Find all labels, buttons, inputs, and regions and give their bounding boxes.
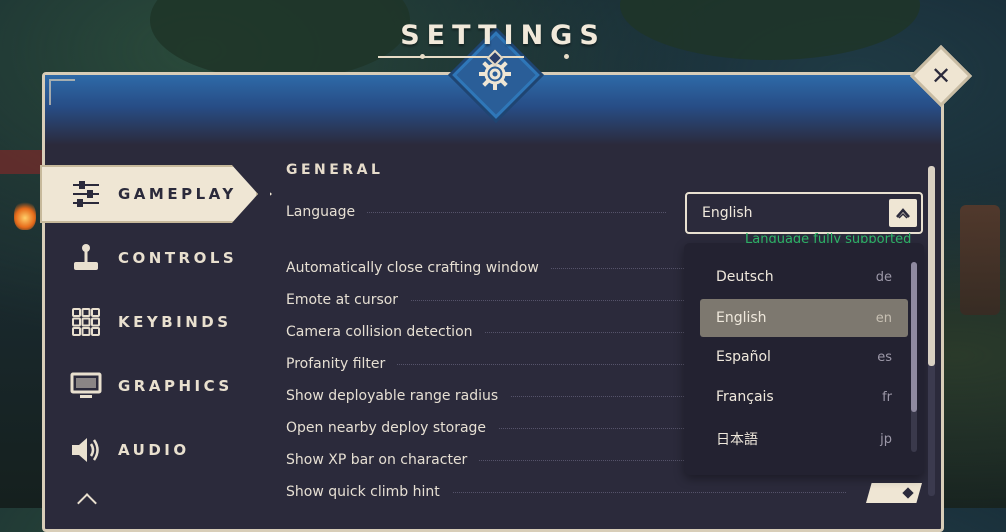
joystick-icon: [70, 242, 102, 274]
setting-label: Profanity filter: [286, 356, 398, 372]
setting-label: Open nearby deploy storage: [286, 420, 499, 436]
speaker-icon: [70, 434, 102, 466]
option-name: Deutsch: [716, 269, 774, 285]
option-code: en: [875, 310, 892, 326]
dropdown-option-espanol[interactable]: Español es: [700, 338, 908, 376]
sidebar-item-gameplay[interactable]: GAMEPLAY: [70, 174, 237, 214]
setting-label: Show quick climb hint: [286, 484, 452, 500]
language-select[interactable]: English: [685, 192, 923, 234]
corner-ornament: [49, 79, 75, 105]
setting-label: Language: [286, 204, 368, 220]
setting-row-language: Language: [286, 201, 666, 223]
option-code: fr: [882, 389, 892, 405]
sidebar-item-graphics[interactable]: GRAPHICS: [70, 366, 233, 406]
setting-row: Open nearby deploy storage: [286, 417, 686, 439]
option-code: jp: [880, 431, 892, 447]
background-banner: [0, 150, 46, 174]
keypad-icon: [70, 306, 102, 338]
dropdown-option-francais[interactable]: Français fr: [700, 378, 908, 416]
option-name: Español: [716, 349, 771, 365]
sidebar-item-label: KEYBINDS: [118, 313, 232, 331]
option-code: de: [875, 269, 892, 285]
page-title: SETTINGS: [400, 20, 606, 51]
option-name: 日本語: [716, 432, 758, 448]
option-name: Français: [716, 389, 774, 405]
title-underline-dot: [420, 54, 425, 59]
sidebar-item-keybinds[interactable]: KEYBINDS: [70, 302, 232, 342]
section-title: GENERAL: [286, 162, 384, 178]
sidebar-item-label: GAMEPLAY: [118, 185, 237, 203]
setting-label: Automatically close crafting window: [286, 260, 551, 276]
sidebar-item-audio[interactable]: AUDIO: [70, 430, 190, 470]
dropdown-scrollbar-thumb[interactable]: [911, 262, 917, 412]
sidebar-item-controls[interactable]: CONTROLS: [70, 238, 237, 278]
sidebar-item-label: CONTROLS: [118, 249, 238, 267]
setting-label: Show deployable range radius: [286, 388, 511, 404]
dropdown-option-japanese[interactable]: 日本語 jp: [700, 420, 908, 458]
content-scrollbar-thumb[interactable]: [928, 166, 935, 366]
close-icon[interactable]: ✕: [919, 54, 963, 98]
sliders-icon: [70, 178, 102, 210]
setting-row: Show quick climb hint: [286, 481, 846, 503]
dropdown-option-deutsch[interactable]: Deutsch de: [700, 258, 908, 296]
option-name: English: [716, 310, 767, 326]
setting-row: Show deployable range radius: [286, 385, 686, 407]
option-code: es: [877, 349, 892, 365]
setting-row: Camera collision detection: [286, 321, 686, 343]
chevron-up-icon[interactable]: [889, 199, 917, 227]
setting-label: Camera collision detection: [286, 324, 485, 340]
language-select-value: English: [702, 205, 753, 221]
setting-row: Automatically close crafting window: [286, 257, 686, 279]
background-torch: [14, 200, 36, 230]
setting-row: Profanity filter: [286, 353, 686, 375]
sidebar-item-label: GRAPHICS: [118, 377, 233, 395]
monitor-icon: [70, 370, 102, 402]
setting-label: Emote at cursor: [286, 292, 411, 308]
background-character: [960, 205, 1000, 315]
setting-label: Show XP bar on character: [286, 452, 480, 468]
title-underline-dot: [564, 54, 569, 59]
setting-row: Emote at cursor: [286, 289, 686, 311]
sidebar-item-label: AUDIO: [118, 441, 190, 459]
dropdown-option-english[interactable]: English en: [700, 299, 908, 337]
setting-row: Show XP bar on character: [286, 449, 686, 471]
